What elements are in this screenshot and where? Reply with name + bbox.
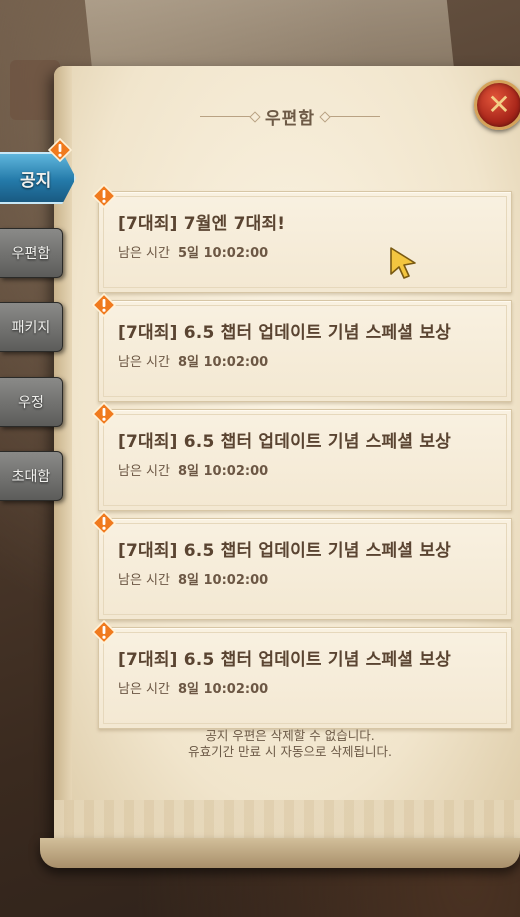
notice-remaining-time: 남은 시간 8일 10:02:00 <box>118 351 268 370</box>
cursor-icon <box>388 245 418 279</box>
tab-label: 초대함 <box>11 469 51 485</box>
notice-remaining-time: 남은 시간 5일 10:02:00 <box>118 242 268 261</box>
mailbox-header: 우편함 <box>200 102 381 130</box>
notice-remaining-time: 남은 시간 8일 10:02:00 <box>118 678 268 697</box>
tab-mailbox[interactable]: 우편함 <box>0 228 63 278</box>
tab-label: 패키지 <box>11 320 51 336</box>
background-decoration <box>10 60 60 120</box>
remaining-time-value: 8일 10:02:00 <box>177 464 269 479</box>
notice-card[interactable]: [7대죄] 6.5 챕터 업데이트 기념 스페셜 보상 남은 시간 8일 10:0… <box>98 518 512 620</box>
alert-icon <box>92 293 116 317</box>
footnote-line: 공지 우편은 삭제할 수 없습니다. <box>205 728 375 743</box>
notice-card[interactable]: [7대죄] 6.5 챕터 업데이트 기념 스페셜 보상 남은 시간 8일 10:0… <box>98 409 512 511</box>
tab-friendship[interactable]: 우정 <box>0 377 63 427</box>
scroll-bottom-curl <box>40 838 520 868</box>
alert-icon <box>48 138 72 162</box>
alert-icon <box>92 511 116 535</box>
alert-icon <box>92 184 116 208</box>
notice-title: [7대죄] 6.5 챕터 업데이트 기념 스페셜 보상 <box>118 650 451 670</box>
remaining-time-label: 남은 시간 <box>118 246 170 261</box>
notice-title: [7대죄] 6.5 챕터 업데이트 기념 스페셜 보상 <box>118 541 451 561</box>
remaining-time-label: 남은 시간 <box>118 682 170 697</box>
notice-card[interactable]: [7대죄] 6.5 챕터 업데이트 기념 스페셜 보상 남은 시간 8일 10:0… <box>98 300 512 402</box>
notice-footnote: 공지 우편은 삭제할 수 없습니다. 유효기간 만료 시 자동으로 삭제됩니다. <box>140 728 440 760</box>
remaining-time-label: 남은 시간 <box>118 464 170 479</box>
tab-package[interactable]: 패키지 <box>0 302 63 352</box>
tab-label: 우정 <box>18 395 44 411</box>
close-button[interactable]: ✕ <box>474 80 520 130</box>
alert-icon <box>92 402 116 426</box>
notice-title: [7대죄] 7월엔 7대죄! <box>118 214 286 234</box>
remaining-time-label: 남은 시간 <box>118 355 170 370</box>
alert-icon <box>92 620 116 644</box>
remaining-time-label: 남은 시간 <box>118 573 170 588</box>
remaining-time-value: 5일 10:02:00 <box>177 246 269 261</box>
page-title: 우편함 <box>265 108 315 129</box>
notice-remaining-time: 남은 시간 8일 10:02:00 <box>118 460 268 479</box>
notice-title: [7대죄] 6.5 챕터 업데이트 기념 스페셜 보상 <box>118 323 451 343</box>
remaining-time-value: 8일 10:02:00 <box>177 573 269 588</box>
remaining-time-value: 8일 10:02:00 <box>177 682 269 697</box>
remaining-time-value: 8일 10:02:00 <box>177 355 269 370</box>
title-ornament-right <box>322 115 381 117</box>
notice-card[interactable]: [7대죄] 7월엔 7대죄! 남은 시간 5일 10:02:00 <box>98 191 512 293</box>
notice-card[interactable]: [7대죄] 6.5 챕터 업데이트 기념 스페셜 보상 남은 시간 8일 10:0… <box>98 627 512 729</box>
tab-invitation[interactable]: 초대함 <box>0 451 63 501</box>
footnote-line: 유효기간 만료 시 자동으로 삭제됩니다. <box>188 744 392 759</box>
close-icon: ✕ <box>487 88 511 121</box>
title-ornament-left <box>200 115 258 117</box>
notice-title: [7대죄] 6.5 챕터 업데이트 기념 스페셜 보상 <box>118 432 451 452</box>
tab-label: 우편함 <box>11 246 51 262</box>
tab-label: 공지 <box>20 170 52 191</box>
notice-remaining-time: 남은 시간 8일 10:02:00 <box>118 569 268 588</box>
